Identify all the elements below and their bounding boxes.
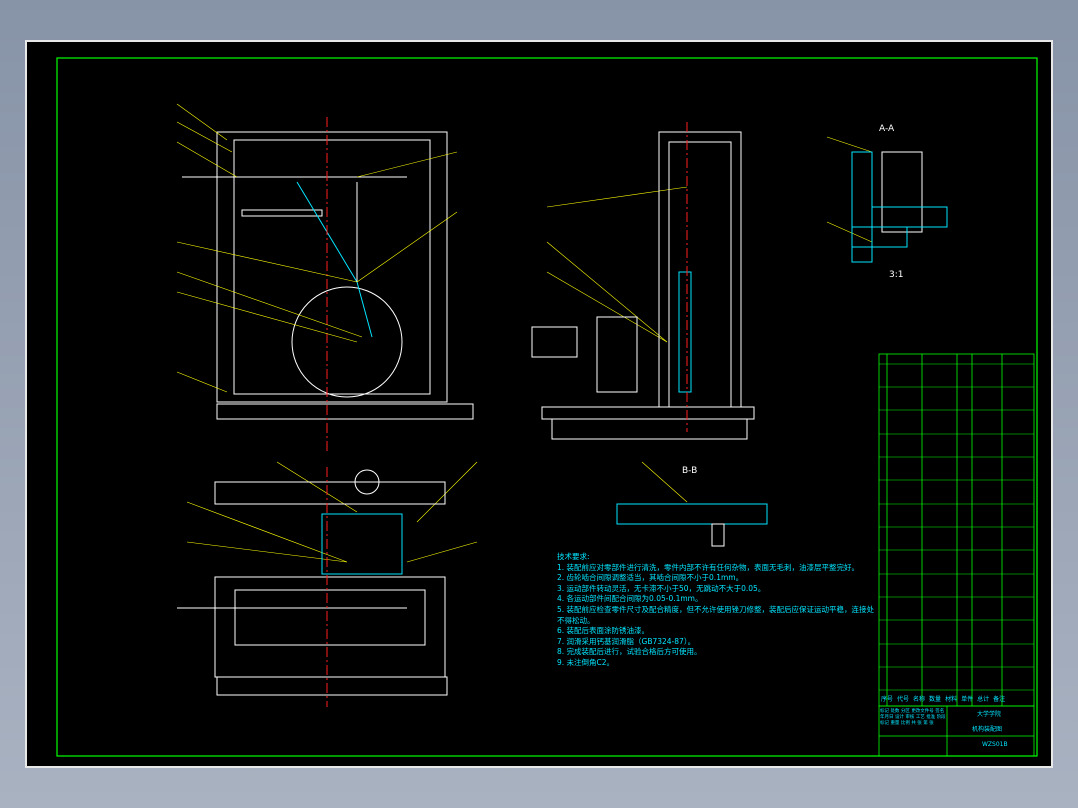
tb-label: 共 张 (911, 721, 922, 726)
note-item: 3. 运动部件转动灵活，无卡滞不小于50，无跳动不大于0.05。 (557, 583, 766, 593)
tb-label: 审核 (905, 715, 915, 720)
note-item: 6. 装配后表面涂防锈油漆。 (557, 626, 650, 636)
header-cell: 材料 (945, 696, 958, 703)
drawing-sheet: A-A B-B 3:1 技术要求: 1. 装配前应对零部件进行清洗，零件内部不许… (25, 40, 1053, 768)
note-item: 4. 各运动部件间配合间隙为0.05-0.1mm。 (557, 594, 703, 604)
note-item: 9. 未注倒角C2。 (557, 657, 615, 667)
notes-title: 技术要求: (557, 552, 590, 561)
drawing-name: 机构装配图 (972, 726, 1003, 733)
header-cell: 备注 (993, 696, 1006, 703)
section-aa-view (851, 151, 948, 263)
scale-label: 3:1 (889, 270, 904, 280)
note-item: 不得松动。 (557, 615, 595, 625)
parts-list-rows (879, 363, 1034, 691)
header-cell: 代号 (897, 696, 910, 703)
cad-drawing (56, 57, 1038, 757)
parts-list-header: 序号 代号 名称 数量 材料 单件 总计 备注 (881, 694, 1005, 703)
tb-label: 更改文件号 (911, 709, 934, 714)
section-aa-label: A-A (879, 124, 895, 134)
tb-label: 年月日 (880, 715, 894, 720)
note-item: 8. 完成装配后进行，试验合格后方可使用。 (557, 647, 702, 657)
header-cell: 总计 (977, 696, 990, 703)
school-name: 大学学院 (977, 711, 1002, 718)
technical-notes: 技术要求: 1. 装配前应对零部件进行清洗，零件内部不许有任何杂物，表面无毛刺，… (557, 552, 874, 669)
tb-label: 重量 (890, 721, 900, 726)
header-cell: 序号 (881, 696, 894, 703)
tb-label: 批准 (926, 715, 936, 720)
side-view (531, 131, 755, 440)
header-cell: 单件 (961, 696, 974, 703)
tb-label: 分区 (900, 709, 910, 714)
top-view (177, 469, 448, 696)
tb-label: 工艺 (915, 715, 925, 720)
tb-label: 签名 (935, 709, 945, 714)
leaders (176, 103, 873, 563)
tb-label: 第 张 (923, 721, 934, 726)
note-item: 2. 齿轮啮合间隙调整适当，其啮合间隙不小于0.1mm。 (557, 573, 744, 583)
section-bb-label: B-B (682, 466, 698, 476)
note-item: 7. 润滑采用钙基润滑脂（GB7324-87）。 (557, 636, 696, 646)
drawing-number: WZS01B (982, 741, 1008, 748)
note-item: 5. 装配前应检查零件尺寸及配合精度，但不允许使用锉刀修整，装配后应保证运动平稳… (557, 604, 875, 614)
header-cell: 数量 (929, 696, 942, 703)
tb-label: 设计 (894, 715, 904, 720)
header-cell: 名称 (913, 696, 926, 703)
tb-label: 标记 (880, 709, 889, 714)
title-block-labels: 标记 处数 分区 更改文件号 签名 年月日 设计 审核 工艺 批准 阶段标记 重… (880, 709, 946, 727)
tb-label: 处数 (890, 709, 900, 714)
section-bb-view (616, 503, 768, 547)
tb-label: 比例 (900, 721, 910, 726)
note-item: 1. 装配前应对零部件进行清洗，零件内部不许有任何杂物，表面无毛刺，油漆层平整完… (557, 562, 860, 572)
